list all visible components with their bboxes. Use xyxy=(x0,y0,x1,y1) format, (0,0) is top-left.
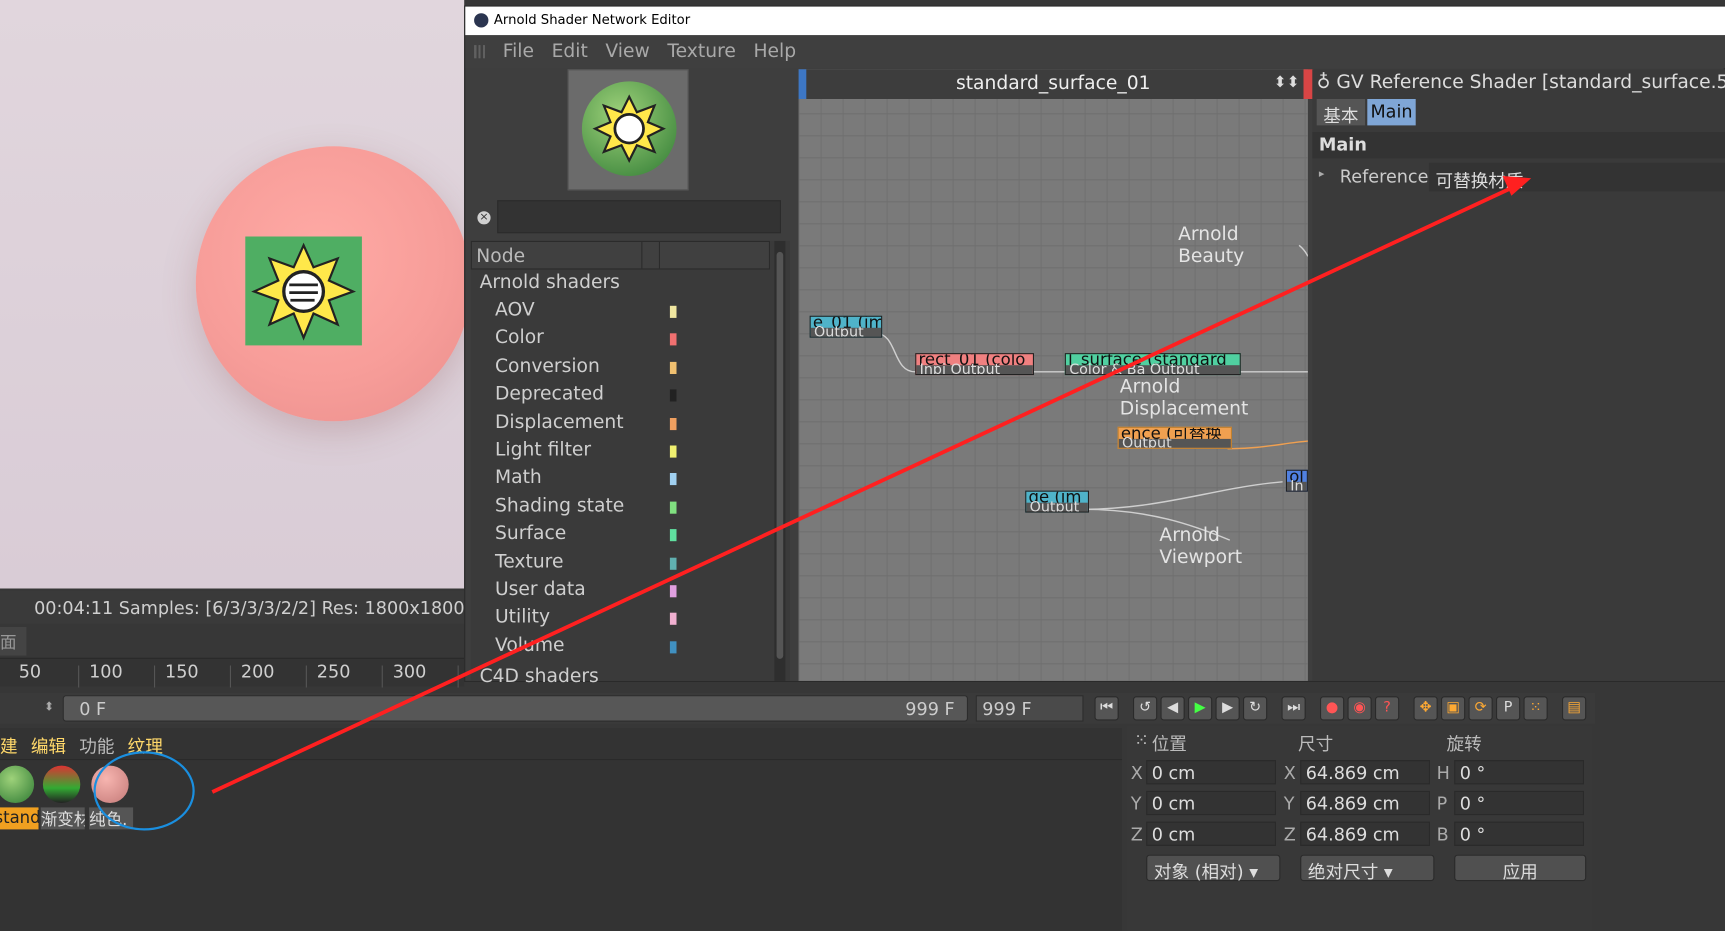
annotation-arrow-line xyxy=(211,185,1515,794)
annotation-overlay xyxy=(93,176,1532,831)
annotation-arrowhead xyxy=(1502,176,1532,196)
highlight-circle xyxy=(93,751,195,831)
